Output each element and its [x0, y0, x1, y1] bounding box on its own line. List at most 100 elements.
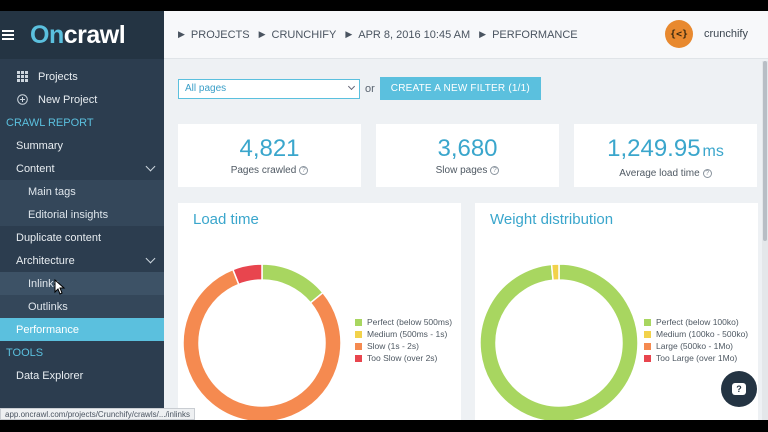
breadcrumb-current: ▶ PERFORMANCE — [479, 28, 578, 41]
legend-item[interactable]: Too Large (over 1Mo) — [644, 352, 748, 364]
oncrawl-logo[interactable]: Oncrawl — [30, 21, 126, 50]
weight-donut-chart — [479, 263, 639, 420]
stat-label: Pages crawled — [230, 165, 297, 176]
username[interactable]: crunchify — [704, 28, 748, 40]
plus-circle-icon — [16, 94, 28, 106]
letterbox-bottom — [0, 420, 768, 432]
or-text: or — [365, 82, 375, 95]
sidebar-item-label: New Project — [38, 93, 98, 106]
user-menu[interactable]: {<} crunchify — [664, 20, 748, 48]
breadcrumb: ▶ PROJECTS ▶ CRUNCHIFY ▶ APR 8, 2016 10:… — [164, 29, 587, 41]
legend-swatch — [644, 342, 651, 350]
donut-slice-medium-100ko-500ko[interactable] — [550, 263, 560, 282]
scrollbar-thumb[interactable] — [763, 61, 767, 241]
sidebar-item-label: Projects — [38, 70, 78, 83]
sidebar-item-label: Summary — [16, 139, 64, 152]
legend-swatch — [355, 354, 362, 362]
chart-card-weight-distribution: Weight distribution Perfect (below 100ko… — [475, 203, 758, 420]
chat-button[interactable]: ? — [721, 371, 757, 407]
create-filter-button[interactable]: CREATE A NEW FILTER (1/1) — [379, 77, 541, 100]
top-header: ▶ PROJECTS ▶ CRUNCHIFY ▶ APR 8, 2016 10:… — [164, 11, 768, 59]
stat-label: Average load time — [619, 168, 700, 179]
help-icon[interactable]: ? — [299, 166, 309, 175]
chevron-right-icon: ▶ — [479, 29, 487, 39]
sidebar-item-data-explorer[interactable]: Data Explorer — [0, 364, 164, 387]
sidebar-item-editorial-insights[interactable]: Editorial insights — [0, 203, 164, 226]
section-crawl-report: CRAWL REPORT — [6, 116, 94, 129]
stat-value: 4,821 — [239, 135, 300, 162]
donut-slice-too-slow-over-2s[interactable] — [231, 263, 263, 286]
avatar[interactable]: {<} — [664, 20, 693, 48]
stat-card-slow-pages: 3,680 Slow pages? — [376, 124, 559, 187]
sidebar-item-duplicate-content[interactable]: Duplicate content — [0, 226, 164, 249]
logo-row: Oncrawl — [0, 11, 164, 59]
stat-card-pages-crawled: 4,821 Pages crawled? — [178, 124, 361, 187]
legend-item[interactable]: Too Slow (over 2s) — [355, 352, 452, 364]
donut-slice-perfect-below-100ko[interactable] — [479, 263, 639, 420]
chart-title: Weight distribution — [490, 211, 614, 228]
legend-item[interactable]: Medium (500ms - 1s) — [355, 328, 452, 340]
donut-slice-perfect-below-500ms[interactable] — [261, 263, 324, 304]
chart-legend: Perfect (below 500ms) Medium (500ms - 1s… — [355, 316, 452, 364]
grid-icon — [16, 71, 28, 83]
chat-bubble-icon: ? — [732, 383, 746, 395]
chevron-right-icon: ▶ — [258, 29, 266, 39]
section-tools: TOOLS — [6, 346, 44, 359]
sidebar-item-summary[interactable]: Summary — [0, 134, 164, 157]
hamburger-menu-icon[interactable] — [2, 29, 16, 41]
legend-item[interactable]: Large (500ko - 1Mo) — [644, 340, 748, 352]
filter-row: All pages or CREATE A NEW FILTER (1/1) — [178, 77, 541, 100]
sidebar-item-label: Data Explorer — [16, 369, 84, 382]
sidebar-item-new-project[interactable]: New Project — [0, 88, 164, 111]
sidebar-item-performance[interactable]: Performance — [0, 318, 164, 341]
breadcrumb-crawl[interactable]: ▶ APR 8, 2016 10:45 AM — [345, 29, 470, 41]
app-window: Oncrawl Projects New Project CRAWL REPOR… — [0, 11, 768, 420]
sidebar-item-label: Editorial insights — [28, 208, 109, 221]
chevron-down-icon — [145, 161, 156, 172]
legend-item[interactable]: Perfect (below 100ko) — [644, 316, 748, 328]
sidebar-item-label: Content — [16, 162, 55, 175]
chevron-down-icon — [145, 253, 156, 264]
sidebar-item-label: Architecture — [16, 254, 75, 267]
sidebar-item-outlinks[interactable]: Outlinks — [0, 295, 164, 318]
chevron-right-icon: ▶ — [345, 29, 353, 39]
sidebar-item-label: Performance — [16, 323, 79, 336]
page-filter-select[interactable]: All pages — [178, 78, 360, 99]
stat-label: Slow pages — [435, 165, 488, 176]
chevron-down-icon — [347, 82, 356, 90]
sidebar-item-projects[interactable]: Projects — [0, 65, 164, 88]
sidebar-item-label: Duplicate content — [16, 231, 101, 244]
help-icon[interactable]: ? — [702, 169, 712, 178]
legend-swatch — [355, 318, 362, 326]
legend-swatch — [644, 330, 651, 338]
legend-item[interactable]: Slow (1s - 2s) — [355, 340, 452, 352]
load-time-donut-chart — [182, 263, 342, 420]
stat-unit: ms — [702, 143, 724, 160]
letterbox-top — [0, 0, 768, 11]
stat-value: 3,680 — [437, 135, 498, 162]
legend-swatch — [644, 354, 651, 362]
help-icon[interactable]: ? — [490, 166, 500, 175]
chart-title: Load time — [193, 211, 259, 228]
legend-item[interactable]: Medium (100ko - 500ko) — [644, 328, 748, 340]
sidebar-nav: Projects New Project CRAWL REPORT Summar… — [0, 59, 164, 387]
sidebar-item-main-tags[interactable]: Main tags — [0, 180, 164, 203]
sidebar-item-content[interactable]: Content — [0, 157, 164, 180]
mouse-cursor-icon — [54, 279, 66, 295]
legend-swatch — [355, 330, 362, 338]
breadcrumb-projects[interactable]: ▶ PROJECTS — [178, 29, 250, 41]
chart-legend: Perfect (below 100ko) Medium (100ko - 50… — [644, 316, 748, 364]
chevron-right-icon: ▶ — [178, 29, 185, 39]
status-bar-url: app.oncrawl.com/projects/Crunchify/crawl… — [0, 408, 195, 420]
stat-card-average-load-time: 1,249.95 ms Average load time? — [574, 124, 757, 187]
sidebar-item-label: Main tags — [28, 185, 76, 198]
breadcrumb-project[interactable]: ▶ CRUNCHIFY — [259, 29, 337, 41]
legend-item[interactable]: Perfect (below 500ms) — [355, 316, 452, 328]
chart-card-load-time: Load time Perfect (below 500ms) Medium (… — [178, 203, 461, 420]
stat-value: 1,249.95 ms — [607, 135, 724, 162]
sidebar-item-label: Outlinks — [28, 300, 68, 313]
sidebar-item-architecture[interactable]: Architecture — [0, 249, 164, 272]
legend-swatch — [644, 318, 651, 326]
sidebar-item-inlinks[interactable]: Inlinks — [0, 272, 164, 295]
page-scrollbar[interactable] — [762, 61, 768, 420]
